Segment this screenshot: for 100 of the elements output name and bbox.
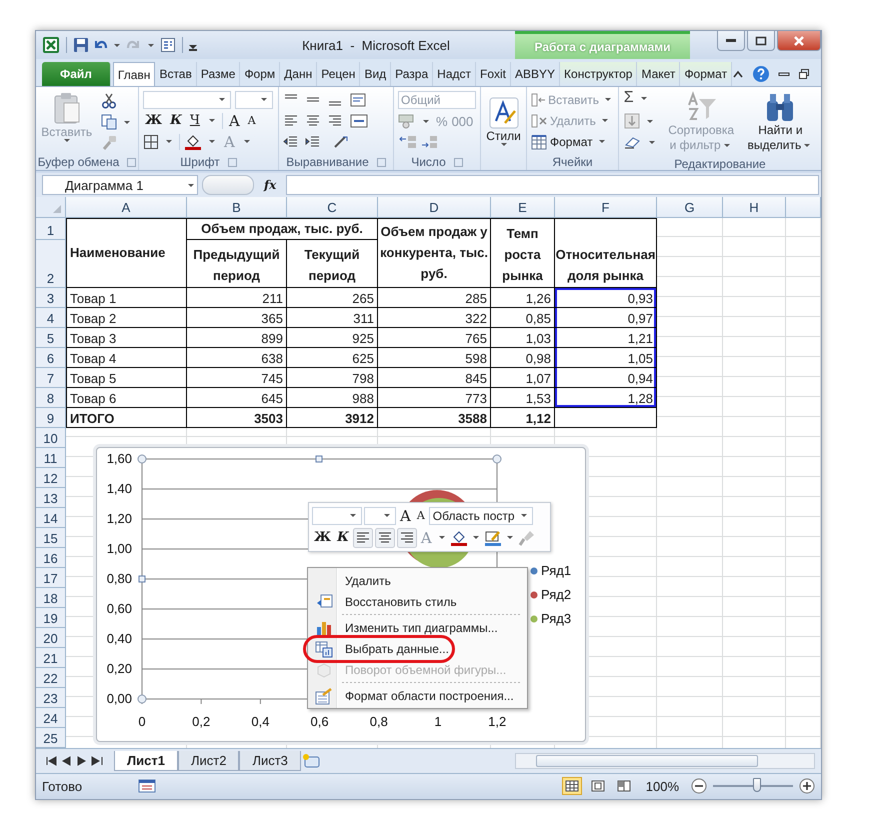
copy-icon[interactable] (100, 114, 117, 130)
underline-button[interactable]: Ч (188, 113, 202, 128)
row-header[interactable]: 14 (36, 508, 66, 528)
resize-handle[interactable] (138, 576, 146, 582)
form-icon[interactable] (160, 37, 176, 53)
autosum-button[interactable]: Σ (624, 89, 634, 107)
grow-font-button[interactable]: A (226, 112, 242, 130)
menu-item[interactable]: Выбрать данные... (310, 638, 525, 659)
zoom-out-icon[interactable] (691, 778, 707, 794)
row-header[interactable]: 2 (36, 240, 66, 288)
menu-item[interactable]: Изменить тип диаграммы... (310, 617, 525, 638)
row-header[interactable]: 5 (36, 328, 66, 348)
format-cells-button[interactable]: Формат (531, 134, 614, 150)
resize-handle[interactable] (492, 454, 502, 464)
grow-font-button[interactable]: A (398, 506, 413, 524)
shrink-font-button[interactable]: A (246, 114, 258, 127)
bold-button[interactable]: Ж (312, 530, 334, 545)
row-header[interactable]: 21 (36, 648, 66, 668)
row-header[interactable]: 16 (36, 548, 66, 568)
fill-color-icon[interactable] (184, 132, 202, 150)
column-header[interactable]: G (657, 197, 723, 218)
font-size-field[interactable] (364, 506, 396, 524)
ribbon-tab[interactable]: Макет (637, 62, 680, 86)
align-left-icon[interactable] (352, 528, 373, 548)
row-header[interactable]: 15 (36, 528, 66, 548)
row-header[interactable]: 23 (36, 688, 66, 708)
restore-button[interactable] (747, 31, 775, 51)
sheet-tab[interactable]: Лист2 (178, 751, 240, 771)
fill-down-icon[interactable] (624, 113, 640, 129)
column-header[interactable]: E (491, 197, 555, 218)
borders-icon[interactable] (143, 134, 159, 150)
row-header[interactable]: 7 (36, 368, 66, 388)
splitter-handle[interactable] (202, 175, 254, 195)
resize-handle[interactable] (138, 694, 146, 704)
currency-icon[interactable] (398, 113, 416, 130)
column-header[interactable]: H (723, 197, 786, 218)
ribbon-tab[interactable]: Конструктор (560, 62, 638, 86)
row-header[interactable]: 24 (36, 708, 66, 728)
zoom-slider-thumb[interactable] (753, 778, 761, 792)
sheet-tab[interactable]: Лист1 (114, 751, 178, 771)
chart-element-dropdown[interactable]: Область постр (428, 506, 533, 524)
outline-pen-icon[interactable] (484, 528, 502, 546)
column-header[interactable]: A (66, 197, 187, 218)
font-name-field[interactable] (312, 506, 362, 524)
find-and-select-button[interactable]: Найти и выделить (744, 89, 816, 155)
row-header[interactable]: 20 (36, 628, 66, 648)
column-header[interactable]: B (187, 197, 287, 218)
scissors-icon[interactable] (100, 93, 117, 109)
fill-color-icon[interactable] (450, 528, 468, 546)
zoom-level[interactable]: 100% (646, 778, 679, 794)
column-header[interactable]: F (555, 197, 657, 218)
row-header[interactable]: 19 (36, 608, 66, 628)
row-header[interactable]: 13 (36, 488, 66, 508)
row-header[interactable]: 9 (36, 408, 66, 428)
row-header[interactable]: 1 (36, 218, 66, 240)
styles-button[interactable]: Стили (485, 95, 522, 146)
help-icon[interactable] (752, 65, 770, 83)
row-header[interactable]: 17 (36, 568, 66, 588)
decimal-places-icons[interactable] (398, 134, 438, 150)
italic-button[interactable]: К (335, 530, 351, 545)
resize-handle[interactable] (316, 456, 322, 462)
align-center-icon[interactable] (374, 528, 395, 548)
sheet-tab[interactable]: Лист3 (239, 751, 301, 771)
row-header[interactable]: 3 (36, 288, 66, 308)
row-header[interactable]: 12 (36, 468, 66, 488)
row-header[interactable]: 10 (36, 428, 66, 448)
close-button[interactable] (777, 31, 821, 51)
file-tab[interactable]: Файл (42, 62, 111, 86)
bold-button[interactable]: Ж (143, 113, 164, 128)
font-size-field[interactable] (235, 90, 273, 108)
menu-item[interactable]: Формат области построения... (310, 685, 525, 706)
row-header[interactable]: 8 (36, 388, 66, 408)
menu-item[interactable]: Удалить (310, 570, 525, 591)
collapse-ribbon-icon[interactable] (732, 69, 744, 79)
row-header[interactable]: 25 (36, 728, 66, 748)
ribbon-tab[interactable]: Формат (680, 62, 732, 86)
column-header[interactable]: D (378, 197, 491, 218)
normal-view-button[interactable] (562, 777, 582, 795)
row-header[interactable]: 18 (36, 588, 66, 608)
align-right-icon[interactable] (396, 528, 417, 548)
insert-function-button[interactable]: fx (258, 178, 282, 192)
font-name-field[interactable] (143, 90, 231, 108)
eraser-icon[interactable] (624, 135, 642, 149)
row-header[interactable]: 22 (36, 668, 66, 688)
horizontal-scrollbar[interactable] (515, 753, 815, 769)
save-icon[interactable] (73, 37, 89, 53)
ribbon-tab[interactable]: Главн (112, 62, 156, 86)
minimize-button[interactable] (717, 31, 745, 51)
restore-icon[interactable] (798, 68, 810, 80)
formula-input[interactable] (286, 175, 819, 195)
italic-button[interactable]: К (168, 113, 184, 128)
zoom-in-icon[interactable] (799, 778, 815, 794)
row-header[interactable]: 11 (36, 448, 66, 468)
row-header[interactable]: 6 (36, 348, 66, 368)
row-header[interactable]: 4 (36, 308, 66, 328)
resize-handle[interactable] (138, 454, 146, 464)
name-box[interactable]: Диаграмма 1 (42, 175, 198, 195)
macro-recording-icon[interactable] (138, 778, 156, 794)
shrink-font-button[interactable]: A (414, 509, 427, 522)
column-header[interactable]: C (287, 197, 378, 218)
